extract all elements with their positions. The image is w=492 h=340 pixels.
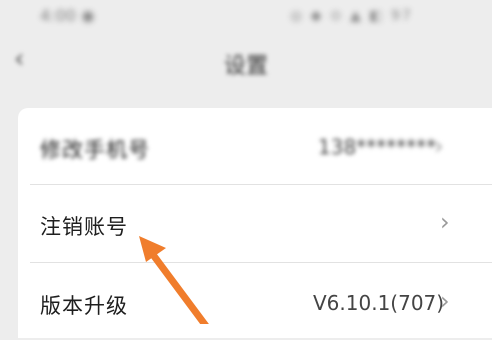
- status-time: 4:00 ◉: [40, 6, 95, 25]
- cancel-account-label: 注销账号: [40, 215, 128, 239]
- chevron-right-icon: ›: [440, 287, 450, 315]
- version-value: V6.10.1(707): [313, 291, 445, 315]
- version-upgrade-row[interactable]: 版本升级 V6.10.1(707) ›: [18, 262, 492, 340]
- page-title: 设置: [223, 54, 268, 79]
- settings-card: 修改手机号 138******** › 注销账号 › 版本升级 V6.10.1(…: [18, 108, 492, 338]
- phone-number-value: 138********: [318, 135, 437, 159]
- change-phone-label: 修改手机号: [40, 138, 150, 162]
- status-bar: 4:00 ◉ ◎ ◆ ⊙ ▲ ◧ 97: [0, 0, 492, 32]
- chevron-right-icon: ›: [440, 208, 450, 236]
- chevron-right-icon: ›: [434, 132, 444, 160]
- change-phone-row[interactable]: 修改手机号 138******** ›: [18, 108, 492, 186]
- status-icons: ◎ ◆ ⊙ ▲ ◧ 97: [290, 8, 413, 24]
- cancel-account-row[interactable]: 注销账号 ›: [18, 184, 492, 262]
- version-upgrade-label: 版本升级: [40, 294, 128, 318]
- header: ‹ 设置: [0, 36, 492, 90]
